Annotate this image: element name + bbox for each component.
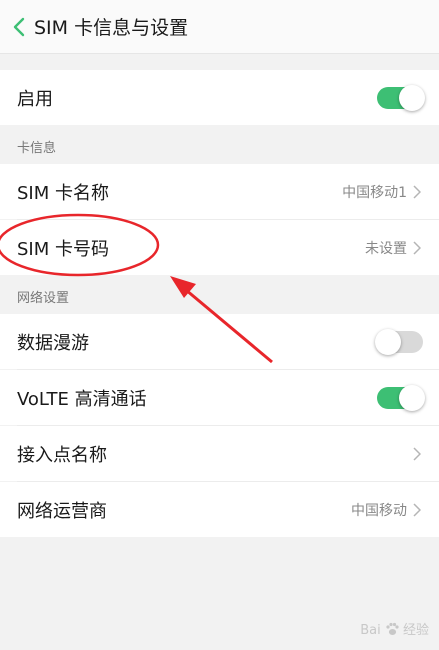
enable-label: 启用 <box>17 88 53 110</box>
back-button[interactable] <box>4 0 34 54</box>
top-bar: SIM 卡信息与设置 <box>0 0 439 54</box>
network-operator-label: 网络运营商 <box>17 500 107 522</box>
enable-row[interactable]: 启用 <box>0 70 439 125</box>
chevron-right-icon <box>413 502 423 518</box>
sim-number-row[interactable]: SIM 卡号码 未设置 <box>0 220 439 275</box>
toggle-knob <box>399 384 425 411</box>
watermark-suffix: 经验 <box>402 623 429 638</box>
back-icon <box>13 17 25 36</box>
volte-label: VoLTE 高清通话 <box>17 388 147 410</box>
sim-name-row[interactable]: SIM 卡名称 中国移动1 <box>0 164 439 219</box>
chevron-right-icon <box>413 184 423 200</box>
enable-toggle[interactable] <box>377 84 425 111</box>
watermark-brand: Bai <box>360 623 381 638</box>
data-roaming-label: 数据漫游 <box>17 332 89 354</box>
sim-number-value: 未设置 <box>365 240 407 257</box>
data-roaming-row[interactable]: 数据漫游 <box>0 314 439 369</box>
sim-name-label: SIM 卡名称 <box>17 182 109 204</box>
apn-label: 接入点名称 <box>17 444 107 466</box>
section-header-network: 网络设置 <box>17 291 70 306</box>
network-operator-row[interactable]: 网络运营商 中国移动 <box>0 482 439 537</box>
network-operator-value: 中国移动 <box>351 502 407 519</box>
sim-number-label: SIM 卡号码 <box>17 238 109 260</box>
toggle-knob <box>375 328 401 355</box>
baidu-paw-icon <box>386 622 399 635</box>
volte-toggle[interactable] <box>377 384 425 411</box>
page-title: SIM 卡信息与设置 <box>34 17 189 39</box>
section-header-card-info: 卡信息 <box>17 141 57 156</box>
data-roaming-toggle[interactable] <box>375 328 423 355</box>
watermark: Bai 经验 <box>360 619 429 638</box>
sim-name-value: 中国移动1 <box>342 184 407 201</box>
volte-row[interactable]: VoLTE 高清通话 <box>0 370 439 425</box>
apn-row[interactable]: 接入点名称 <box>0 426 439 481</box>
toggle-knob <box>399 84 425 111</box>
chevron-right-icon <box>413 240 423 256</box>
chevron-right-icon <box>413 446 423 462</box>
